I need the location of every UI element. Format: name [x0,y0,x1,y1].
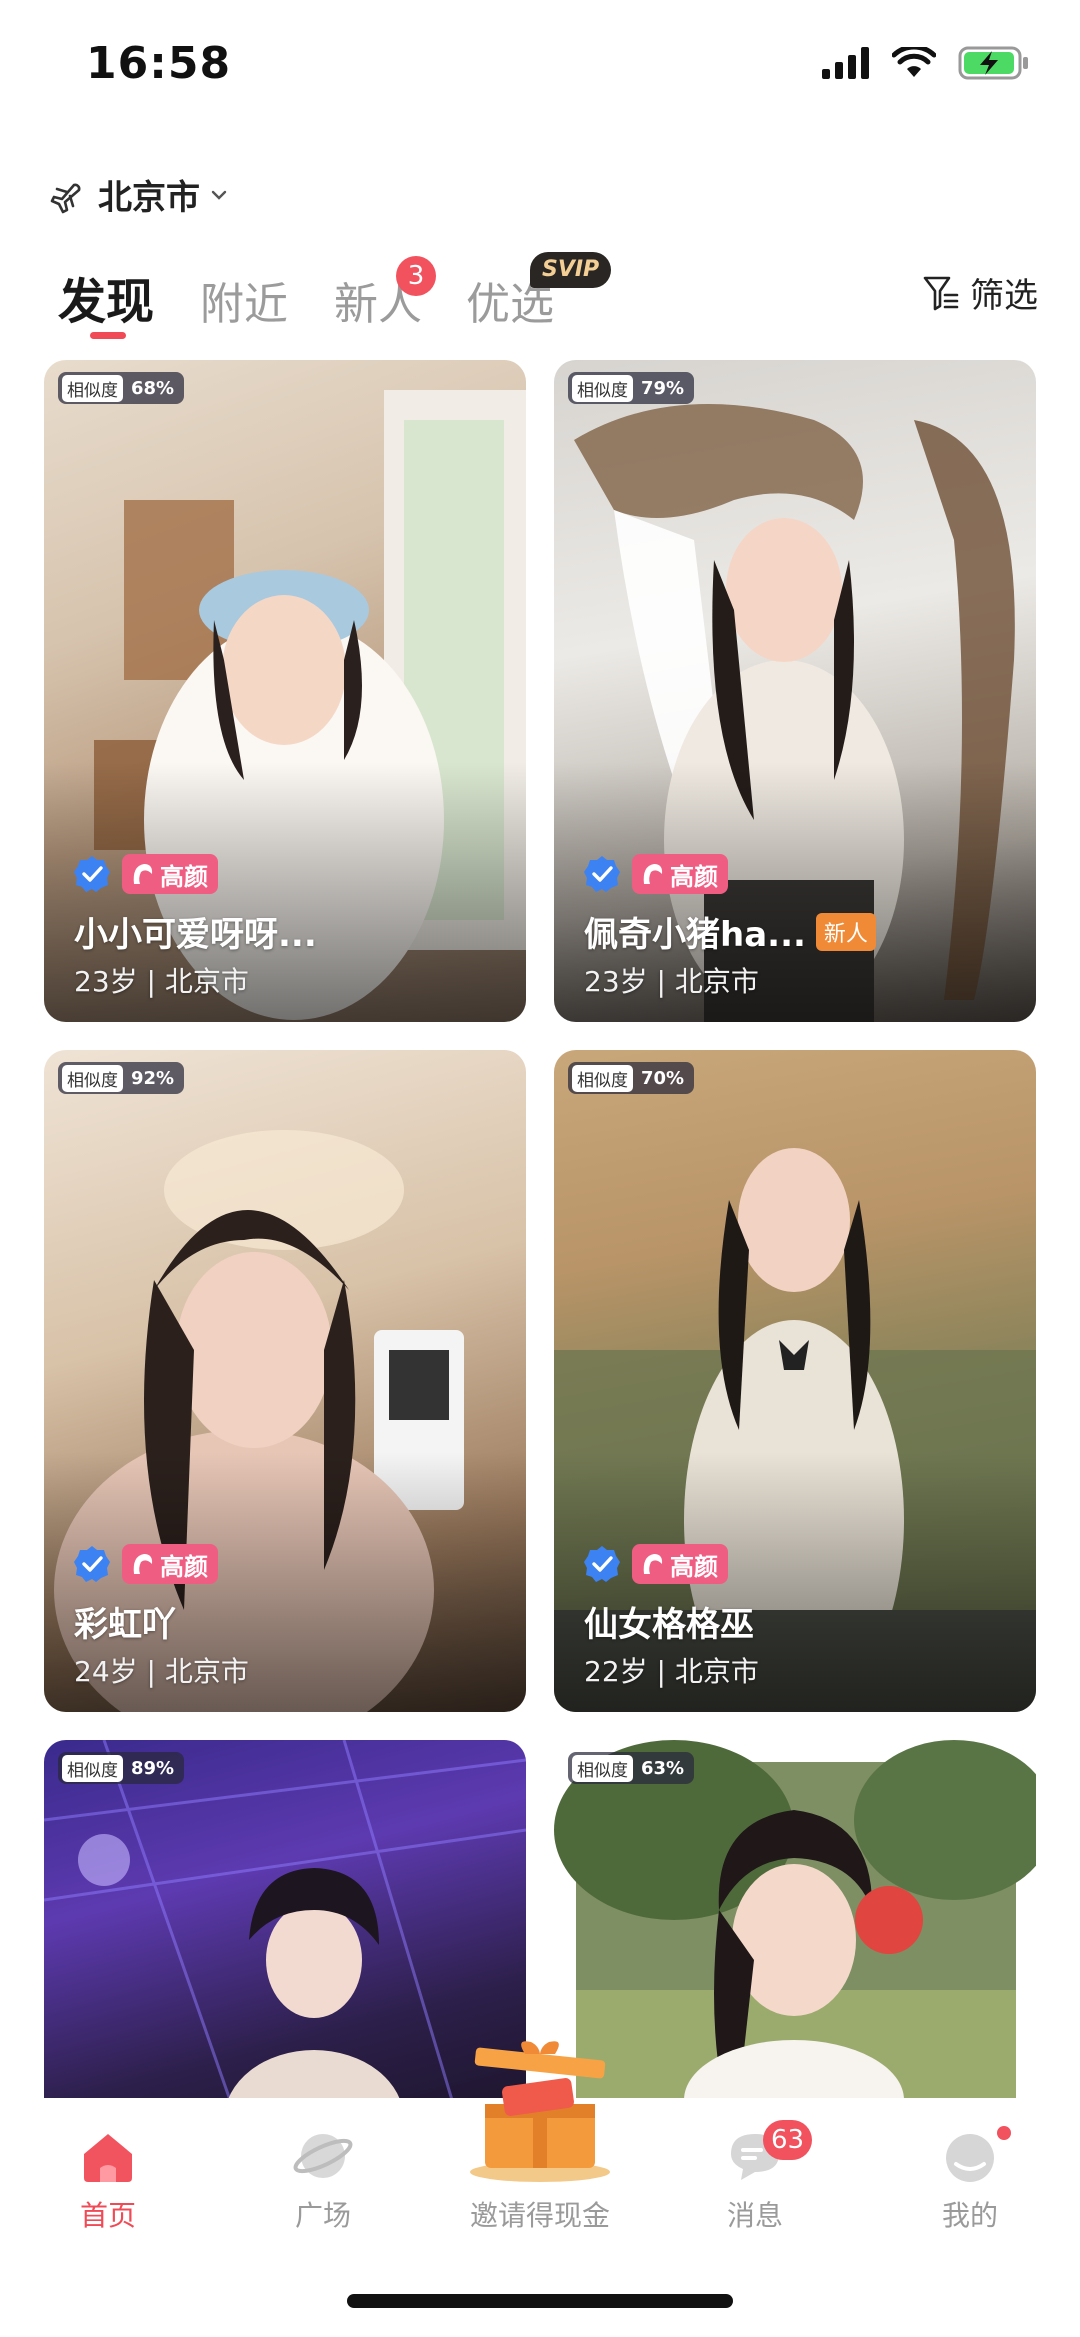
name-row: 仙女格格巫 [584,1597,754,1646]
nav-messages[interactable]: 63 消息 [685,2120,825,2234]
plane-icon [50,183,81,213]
gift-box-icon [470,2041,610,2182]
similarity-value: 79% [641,377,685,399]
beauty-icon [133,1554,153,1574]
svip-badge: SVIP [530,252,612,288]
profile-card[interactable]: 相似度 70% 高颜 仙女格格巫 22岁 | 北京市 [554,1050,1036,1712]
profile-card[interactable]: 相似度 68% 高颜 小小可爱呀呀... 23岁 | 北京市 [44,360,526,1022]
filter-icon [923,276,959,310]
beauty-icon [643,864,663,884]
nav-plaza-label: 广场 [294,2199,351,2232]
similarity-badge: 相似度 70% [568,1062,695,1094]
similarity-badge: 相似度 92% [58,1062,185,1094]
profile-meta: 23岁 | 北京市 [74,965,249,998]
profile-notification-dot [997,2126,1011,2140]
tab-discover[interactable]: 发现 [58,262,154,332]
new-user-tag: 新人 [815,912,876,951]
top-tabs: 发现 附近 新人 3 优选 SVIP 筛选 [58,252,1038,339]
beauty-icon [133,864,153,884]
wifi-icon [892,47,936,77]
high-looks-label: 高颜 [670,862,718,891]
tab-nearby[interactable]: 附近 [200,268,288,332]
status-icons [822,46,1030,80]
high-looks-badge: 高颜 [122,854,218,894]
similarity-label: 相似度 [62,1064,123,1092]
card-tags: 高颜 [582,854,728,894]
profile-name: 彩虹吖 [74,1605,176,1645]
similarity-value: 68% [131,377,175,399]
location-selector[interactable]: 北京市 [48,170,228,219]
location-city: 北京市 [98,178,200,218]
similarity-label: 相似度 [62,1754,123,1782]
nav-invite-cash[interactable]: 邀请得现金 [455,2038,625,2234]
tab-active-indicator [90,332,126,339]
verified-icon [584,1546,620,1582]
profile-photo [44,1740,526,2140]
similarity-badge: 相似度 89% [58,1752,185,1784]
similarity-value: 63% [641,1757,685,1779]
card-tags: 高颜 [72,854,218,894]
filter-button[interactable]: 筛选 [922,268,1038,317]
similarity-value: 89% [131,1757,175,1779]
chevron-down-icon [211,190,227,200]
status-bar: 16:58 [0,0,1080,130]
similarity-label: 相似度 [572,1064,633,1092]
planet-icon [293,2134,353,2178]
profile-name: 小小可爱呀呀... [74,915,317,955]
messages-count-badge: 63 [763,2120,813,2160]
high-looks-label: 高颜 [160,862,208,891]
profile-meta: 23岁 | 北京市 [584,965,759,998]
similarity-label: 相似度 [62,374,123,402]
beauty-icon [643,1554,663,1574]
verified-icon [584,856,620,892]
profile-name: 仙女格格巫 [584,1605,754,1645]
status-time: 16:58 [86,38,232,89]
high-looks-badge: 高颜 [122,1544,218,1584]
card-tags: 高颜 [72,1544,218,1584]
similarity-badge: 相似度 79% [568,372,695,404]
newcomers-count-badge: 3 [396,256,436,296]
signal-icon [822,47,869,79]
nav-messages-label: 消息 [726,2199,783,2232]
nav-home[interactable]: 首页 [38,2128,178,2234]
high-looks-badge: 高颜 [632,1544,728,1584]
nav-home-label: 首页 [79,2199,136,2232]
card-tags: 高颜 [582,1544,728,1584]
nav-profile-label: 我的 [941,2199,998,2232]
profile-card[interactable]: 相似度 92% 高颜 彩虹吖 24岁 | 北京市 [44,1050,526,1712]
battery-charging-icon [958,46,1028,80]
name-row: 小小可爱呀呀... [74,907,317,956]
verified-icon [74,1546,110,1582]
home-indicator [347,2294,733,2308]
profile-card[interactable]: 相似度 89% [44,1740,526,2140]
similarity-badge: 相似度 68% [58,372,185,404]
tab-featured[interactable]: 优选 SVIP [466,252,612,332]
profile-icon [946,2134,994,2182]
tab-discover-label: 发现 [58,274,155,330]
profile-meta: 22岁 | 北京市 [584,1655,759,1688]
profile-card[interactable]: 相似度 63% [554,1740,1036,2140]
nav-profile[interactable]: 我的 [900,2126,1040,2234]
similarity-label: 相似度 [572,1754,633,1782]
verified-icon [74,856,110,892]
name-row: 佩奇小猪ha... 新人 [584,907,876,956]
similarity-value: 92% [131,1067,175,1089]
profile-name: 佩奇小猪ha... [584,915,806,955]
profile-meta: 24岁 | 北京市 [74,1655,249,1688]
profile-card[interactable]: 相似度 79% 高颜 佩奇小猪ha... 新人 23岁 | 北京市 [554,360,1036,1022]
nav-plaza[interactable]: 广场 [253,2128,393,2234]
tab-nearby-label: 附近 [200,279,288,330]
high-looks-badge: 高颜 [632,854,728,894]
profile-photo [554,1740,1036,2140]
similarity-value: 70% [641,1067,685,1089]
similarity-label: 相似度 [572,374,633,402]
tab-newcomers[interactable]: 新人 3 [334,256,436,332]
name-row: 彩虹吖 [74,1597,176,1646]
home-icon [84,2134,132,2182]
high-looks-label: 高颜 [160,1552,208,1581]
nav-invite-cash-label: 邀请得现金 [469,2199,610,2232]
filter-label: 筛选 [970,276,1038,316]
similarity-badge: 相似度 63% [568,1752,695,1784]
high-looks-label: 高颜 [670,1552,718,1581]
